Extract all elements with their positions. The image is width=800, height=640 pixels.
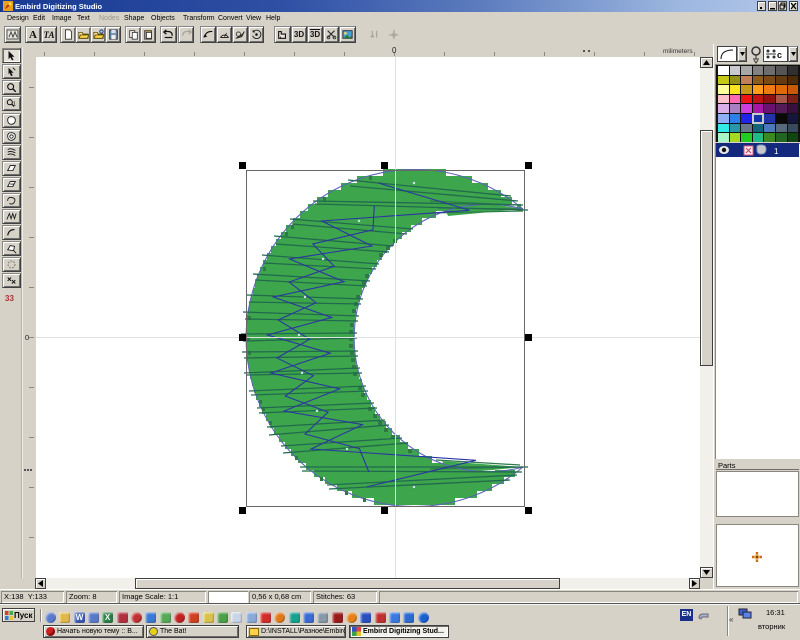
svg-text:1: 1: [774, 147, 779, 156]
svg-text:1: 1: [13, 102, 16, 108]
svg-text:c: c: [777, 50, 782, 60]
